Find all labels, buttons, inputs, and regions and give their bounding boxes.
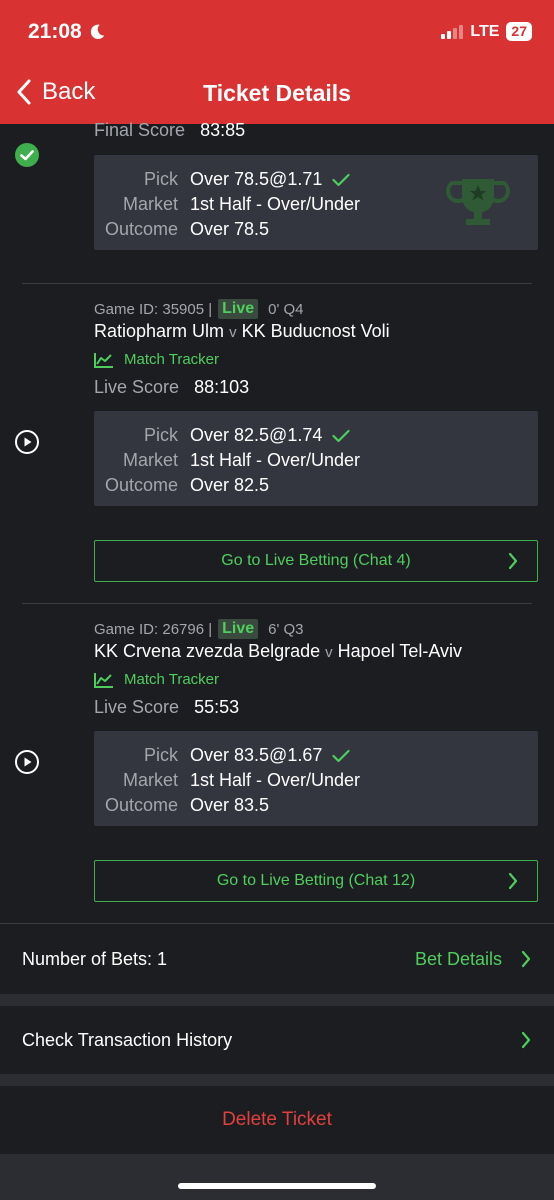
score-value: 88:103 — [194, 377, 250, 397]
battery-icon: 27 — [506, 22, 532, 41]
back-button[interactable]: Back — [16, 78, 95, 106]
pick-label: Pick — [143, 745, 178, 765]
home-team: Ratiopharm Ulm — [94, 321, 225, 341]
score-value: 55:53 — [194, 697, 240, 717]
transaction-history-label: Check Transaction History — [22, 1029, 233, 1050]
versus-label: v — [229, 324, 237, 341]
trophy-icon — [446, 179, 510, 225]
pick-value: Over 78.5@1.71 — [190, 169, 323, 189]
bet2-teams: Ratiopharm Ulm v KK Buducnost Voli — [94, 321, 390, 342]
pick-value-wrap: Over 78.5@1.71 — [190, 169, 350, 190]
pick-value-wrap: Over 82.5@1.74 — [190, 425, 350, 446]
home-indicator[interactable] — [178, 1183, 376, 1189]
status-time: 21:08 — [28, 20, 106, 44]
bet1-pick-card: Pick Over 78.5@1.71 Market 1st Half - Ov… — [94, 155, 538, 250]
divider — [22, 603, 532, 604]
line-chart-icon — [94, 352, 113, 368]
checkmark-icon — [332, 429, 350, 442]
game-id: Game ID: 26796 | — [94, 620, 213, 638]
market-value: 1st Half - Over/Under — [190, 450, 361, 470]
chevron-right-icon — [521, 950, 531, 968]
bet3-score-line: Live Score 55:53 — [94, 697, 239, 718]
play-circle-icon[interactable] — [14, 429, 40, 455]
line-chart-icon — [94, 672, 113, 688]
bet3-game-info: Game ID: 26796 | Live 6' Q3 — [94, 619, 304, 639]
go-live-label: Go to Live Betting (Chat 4) — [221, 552, 411, 569]
pick-value: Over 83.5@1.67 — [190, 745, 323, 765]
bet3-teams: KK Crvena zvezda Belgrade v Hapoel Tel-A… — [94, 641, 462, 662]
status-indicators: LTE 27 — [441, 22, 532, 41]
live-badge: Live — [218, 619, 259, 639]
match-tracker-label: Match Tracker — [124, 351, 220, 368]
delete-ticket-button[interactable]: Delete Ticket — [222, 1109, 332, 1131]
market-label: Market — [122, 450, 178, 470]
bet2-pick-card: Pick Over 82.5@1.74 Market 1st Half - Ov… — [94, 411, 538, 506]
chevron-right-icon — [521, 1031, 531, 1049]
away-team: KK Buducnost Voli — [241, 321, 390, 341]
moon-icon — [90, 24, 104, 40]
clock-text: 21:08 — [28, 20, 82, 43]
network-label: LTE — [470, 22, 500, 40]
game-id: Game ID: 35905 | — [94, 300, 213, 318]
go-to-live-betting-button[interactable]: Go to Live Betting (Chat 12) — [94, 860, 538, 902]
pick-label: Pick — [143, 169, 178, 189]
game-clock: 0' Q4 — [268, 300, 304, 318]
home-team: KK Crvena zvezda Belgrade — [94, 641, 321, 661]
signal-icon — [441, 24, 464, 39]
outcome-label: Outcome — [104, 795, 178, 815]
outcome-value: Over 78.5 — [190, 219, 270, 239]
number-of-bets-row: Number of Bets: 1 Bet Details — [0, 924, 554, 994]
chevron-right-icon — [508, 872, 518, 890]
play-circle-icon[interactable] — [14, 749, 40, 775]
bet-details-label: Bet Details — [414, 948, 502, 969]
outcome-label: Outcome — [104, 475, 178, 495]
market-value: 1st Half - Over/Under — [190, 770, 361, 790]
bet3-pick-card: Pick Over 83.5@1.67 Market 1st Half - Ov… — [94, 731, 538, 826]
bet-details-link[interactable]: Bet Details — [415, 949, 532, 970]
number-of-bets-label: Number of Bets: 1 — [22, 948, 168, 969]
section-gap — [0, 1074, 554, 1086]
back-label: Back — [42, 78, 96, 105]
score-label: Live Score — [94, 377, 180, 397]
checkmark-icon — [332, 173, 350, 186]
match-tracker-label: Match Tracker — [124, 671, 220, 688]
score-label: Final Score — [94, 120, 186, 140]
bet1-score-line: Final Score 83:85 — [94, 120, 245, 141]
bet2-score-line: Live Score 88:103 — [94, 377, 249, 398]
go-live-label: Go to Live Betting (Chat 12) — [216, 872, 416, 889]
away-team: Hapoel Tel-Aviv — [337, 641, 463, 661]
score-label: Live Score — [94, 697, 180, 717]
transaction-history-chevron — [520, 1030, 532, 1050]
chevron-left-icon — [17, 79, 31, 105]
market-label: Market — [122, 770, 178, 790]
outcome-value: Over 83.5 — [190, 795, 270, 815]
market-label: Market — [122, 194, 178, 214]
game-clock: 6' Q3 — [268, 620, 304, 638]
go-to-live-betting-button[interactable]: Go to Live Betting (Chat 4) — [94, 540, 538, 582]
bet2-game-info: Game ID: 35905 | Live 0' Q4 — [94, 299, 304, 319]
check-circle-icon — [15, 143, 39, 167]
chevron-right-icon — [508, 552, 518, 570]
checkmark-icon — [332, 749, 350, 762]
bet3-match-tracker-link[interactable]: Match Tracker — [94, 671, 219, 688]
pick-value: Over 82.5@1.74 — [190, 425, 323, 445]
divider — [22, 283, 532, 284]
live-badge: Live — [218, 299, 259, 319]
bet2-match-tracker-link[interactable]: Match Tracker — [94, 351, 219, 368]
market-value: 1st Half - Over/Under — [190, 194, 361, 214]
pick-label: Pick — [143, 425, 178, 445]
section-gap — [0, 994, 554, 1006]
bottom-band — [0, 1154, 554, 1200]
header-bar: 21:08 LTE 27 Back Ticket Details — [0, 0, 554, 124]
versus-label: v — [325, 644, 333, 661]
transaction-history-row[interactable]: Check Transaction History — [0, 1006, 554, 1074]
score-value: 83:85 — [200, 120, 246, 140]
outcome-label: Outcome — [104, 219, 178, 239]
outcome-value: Over 82.5 — [190, 475, 270, 495]
pick-value-wrap: Over 83.5@1.67 — [190, 745, 350, 766]
delete-ticket-row[interactable]: Delete Ticket — [0, 1086, 554, 1154]
